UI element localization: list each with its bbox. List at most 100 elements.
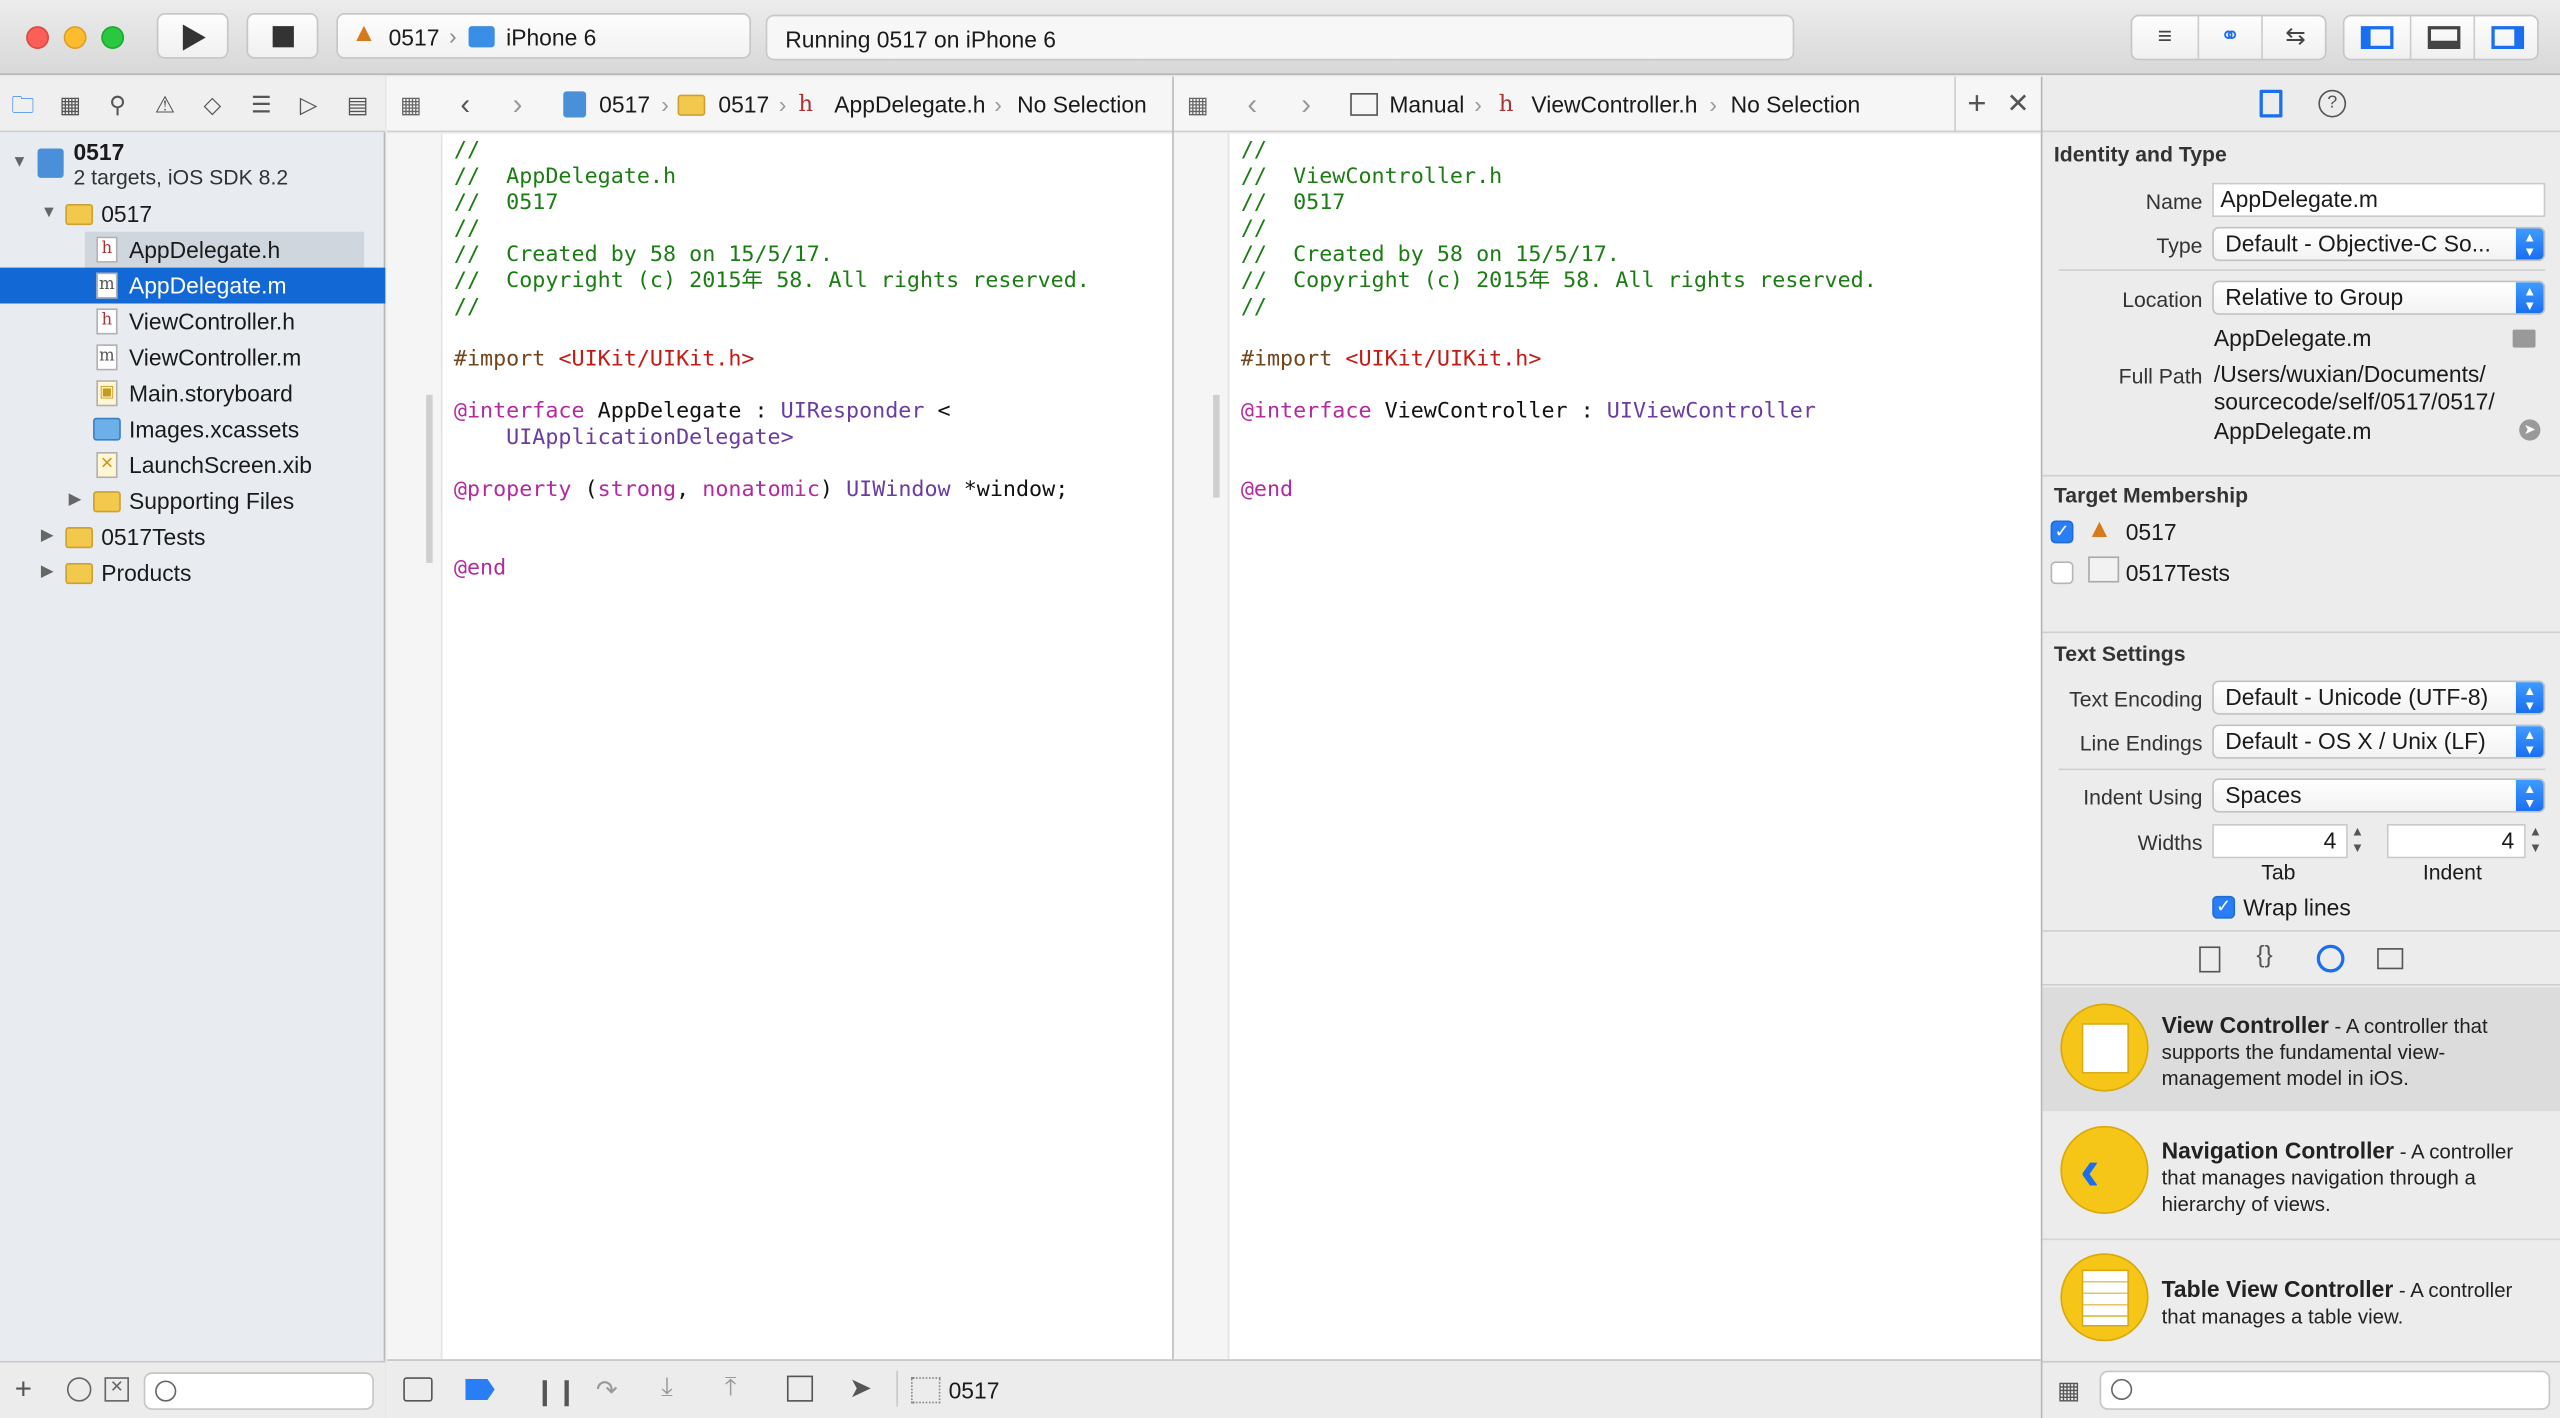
version-editor-icon[interactable]: ⇆ bbox=[2263, 16, 2328, 58]
sidebar-item-appdelegate-h[interactable]: h AppDelegate.h bbox=[84, 231, 365, 268]
sidebar-item-launchscreen-xib[interactable]: ✕ LaunchScreen.xib bbox=[0, 447, 385, 483]
object-library-icon[interactable] bbox=[2316, 944, 2345, 973]
editor-mode-control[interactable]: ≡ ⚭ ⇆ bbox=[2130, 14, 2328, 61]
sidebar-item-viewcontroller-m[interactable]: m ViewController.m bbox=[0, 339, 385, 375]
indent-using-popup[interactable]: Spaces ▲ ▼ bbox=[2212, 778, 2546, 813]
jump-item[interactable]: 0517 bbox=[599, 77, 650, 132]
back-icon[interactable]: ‹ bbox=[1247, 77, 1257, 132]
code-line: // bbox=[453, 217, 481, 242]
toggle-debug-area-icon[interactable] bbox=[2409, 16, 2476, 59]
minimize-window-button[interactable] bbox=[63, 26, 87, 49]
add-editor-icon[interactable]: + bbox=[1967, 77, 1986, 132]
library-item-view-controller[interactable]: View Controller - A controller that supp… bbox=[2042, 987, 2560, 1112]
sidebar-item-images-xcassets[interactable]: Images.xcassets bbox=[0, 411, 385, 447]
location-icon[interactable]: ➤ bbox=[849, 1372, 872, 1405]
recent-files-icon[interactable] bbox=[66, 1377, 92, 1402]
related-items-icon[interactable]: ▦ bbox=[400, 77, 422, 132]
tab-width-field[interactable]: 4 bbox=[2212, 824, 2348, 859]
related-items-icon[interactable]: ▦ bbox=[1187, 77, 1209, 132]
target-0517tests-checkbox[interactable] bbox=[2050, 561, 2074, 585]
breakpoints-toggle-icon[interactable] bbox=[465, 1378, 495, 1401]
file-inspector-icon[interactable] bbox=[2259, 89, 2283, 118]
zoom-window-button[interactable] bbox=[101, 26, 125, 49]
sidebar-item-supporting-files[interactable]: ▶ Supporting Files bbox=[0, 483, 385, 519]
grid-view-icon[interactable]: ▦ bbox=[2057, 1376, 2080, 1405]
reveal-in-finder-icon[interactable]: ➤ bbox=[2519, 419, 2541, 441]
folder-icon[interactable]: 🗀 bbox=[7, 90, 40, 119]
name-field[interactable]: AppDelegate.m bbox=[2212, 182, 2546, 218]
assistant-editor-icon[interactable]: ⚭ bbox=[2197, 16, 2263, 59]
hide-debug-area-icon[interactable] bbox=[403, 1377, 433, 1402]
section-header-membership: Target Membership bbox=[2053, 483, 2249, 508]
forward-icon[interactable]: › bbox=[513, 77, 523, 132]
jump-item[interactable]: No Selection bbox=[1017, 77, 1147, 132]
close-icon[interactable]: ✕ bbox=[2007, 77, 2030, 132]
line-endings-popup[interactable]: Default - OS X / Unix (LF) ▲ ▼ bbox=[2212, 724, 2546, 759]
type-popup[interactable]: Default - Objective-C So... ▲ ▼ bbox=[2212, 226, 2546, 262]
tab-width-stepper[interactable]: ▲ ▼ bbox=[2351, 824, 2364, 857]
indent-width-stepper[interactable]: ▲ ▼ bbox=[2529, 824, 2542, 857]
target-0517-checkbox[interactable]: ✓ bbox=[2050, 520, 2074, 544]
left-source-editor[interactable]: // // AppDelegate.h // 0517 // // Create… bbox=[386, 133, 1173, 1360]
step-out-icon[interactable]: ⤒ bbox=[725, 1374, 737, 1403]
sidebar-item-0517tests[interactable]: ▶ 0517Tests bbox=[0, 519, 385, 555]
project-root-row[interactable]: ▼ 0517 2 targets, iOS SDK 8.2 bbox=[0, 135, 385, 190]
disclosure-open-icon[interactable]: ▼ bbox=[11, 145, 27, 181]
sidebar-item-viewcontroller-h[interactable]: h ViewController.h bbox=[0, 304, 385, 340]
sidebar-item-products[interactable]: ▶ Products bbox=[0, 555, 385, 591]
code-snippet-library-icon[interactable]: {} bbox=[2256, 942, 2272, 970]
standard-editor-icon[interactable]: ≡ bbox=[2132, 16, 2197, 58]
jump-item[interactable]: ViewController.h bbox=[1531, 77, 1697, 132]
step-over-icon[interactable]: ↷ bbox=[596, 1374, 618, 1407]
sidebar-item-appdelegate-m[interactable]: m AppDelegate.m bbox=[0, 267, 386, 304]
close-window-button[interactable] bbox=[26, 26, 49, 49]
jump-item-manual[interactable]: Manual bbox=[1389, 77, 1464, 132]
toggle-navigator-icon[interactable] bbox=[2344, 16, 2409, 58]
toggle-utilities-icon[interactable] bbox=[2475, 16, 2540, 58]
disclosure-closed-icon[interactable]: ▶ bbox=[41, 519, 54, 555]
scheme-device: iPhone 6 bbox=[506, 24, 597, 51]
section-header-text-settings: Text Settings bbox=[2053, 641, 2186, 666]
disclosure-closed-icon[interactable]: ▶ bbox=[69, 483, 82, 519]
encoding-popup[interactable]: Default - Unicode (UTF-8) ▲ ▼ bbox=[2212, 680, 2546, 715]
search-icon[interactable]: ⚲ bbox=[101, 90, 134, 119]
jump-item[interactable]: No Selection bbox=[1731, 77, 1861, 132]
back-icon[interactable]: ‹ bbox=[460, 77, 470, 132]
indent-width-field[interactable]: 4 bbox=[2386, 824, 2526, 859]
symbol-navigator-icon[interactable]: ▦ bbox=[54, 90, 87, 119]
right-source-editor[interactable]: // // ViewController.h // 0517 // // Cre… bbox=[1173, 133, 2041, 1360]
media-library-icon[interactable] bbox=[2377, 948, 2404, 970]
choose-file-folder-icon[interactable] bbox=[2512, 329, 2536, 348]
view-toggle-control[interactable] bbox=[2342, 14, 2540, 61]
navigator-filter-input[interactable] bbox=[143, 1372, 374, 1410]
sidebar-item-group-0517[interactable]: ▼ 0517 bbox=[0, 196, 385, 232]
report-navigator-icon[interactable]: ▤ bbox=[341, 90, 374, 119]
jump-item[interactable]: AppDelegate.h bbox=[834, 77, 985, 132]
library-item-table-view-controller[interactable]: Table View Controller - A controller tha… bbox=[2042, 1238, 2560, 1363]
stop-button[interactable] bbox=[246, 13, 319, 59]
run-button[interactable] bbox=[156, 13, 229, 59]
wrap-lines-checkbox[interactable]: ✓ bbox=[2212, 895, 2236, 919]
view-debugger-icon[interactable] bbox=[786, 1375, 814, 1402]
add-icon[interactable]: + bbox=[15, 1372, 32, 1406]
source-control-filter-icon[interactable]: ✕ bbox=[104, 1377, 129, 1402]
disclosure-open-icon[interactable]: ▼ bbox=[41, 196, 57, 232]
sidebar-item-main-storyboard[interactable]: ▣ Main.storyboard bbox=[0, 375, 385, 411]
quick-help-icon[interactable]: ? bbox=[2318, 89, 2347, 118]
test-navigator-icon[interactable]: ◇ bbox=[196, 90, 229, 119]
disclosure-closed-icon[interactable]: ▶ bbox=[41, 555, 54, 591]
navigator-filter-bar: + ✕ bbox=[0, 1360, 386, 1418]
breakpoint-navigator-icon[interactable]: ▷ bbox=[292, 90, 325, 119]
location-popup[interactable]: Relative to Group ▲ ▼ bbox=[2212, 280, 2546, 315]
jump-item[interactable]: 0517 bbox=[718, 77, 769, 132]
scheme-selector[interactable]: ▲ 0517 › iPhone 6 bbox=[336, 13, 752, 59]
library-item-navigation-controller[interactable]: ‹ Navigation Controller - A controller t… bbox=[2042, 1113, 2560, 1237]
file-template-library-icon[interactable] bbox=[2199, 946, 2221, 973]
pause-icon[interactable]: ❙❙ bbox=[534, 1376, 578, 1409]
code-line: UIApplicationDelegate> bbox=[453, 425, 794, 451]
forward-icon[interactable]: › bbox=[1301, 77, 1311, 132]
library-filter-input[interactable] bbox=[2099, 1370, 2551, 1410]
step-into-icon[interactable]: ⤓ bbox=[661, 1374, 673, 1403]
debug-navigator-icon[interactable]: ☰ bbox=[245, 90, 278, 119]
warning-icon[interactable]: ⚠ bbox=[149, 90, 182, 119]
